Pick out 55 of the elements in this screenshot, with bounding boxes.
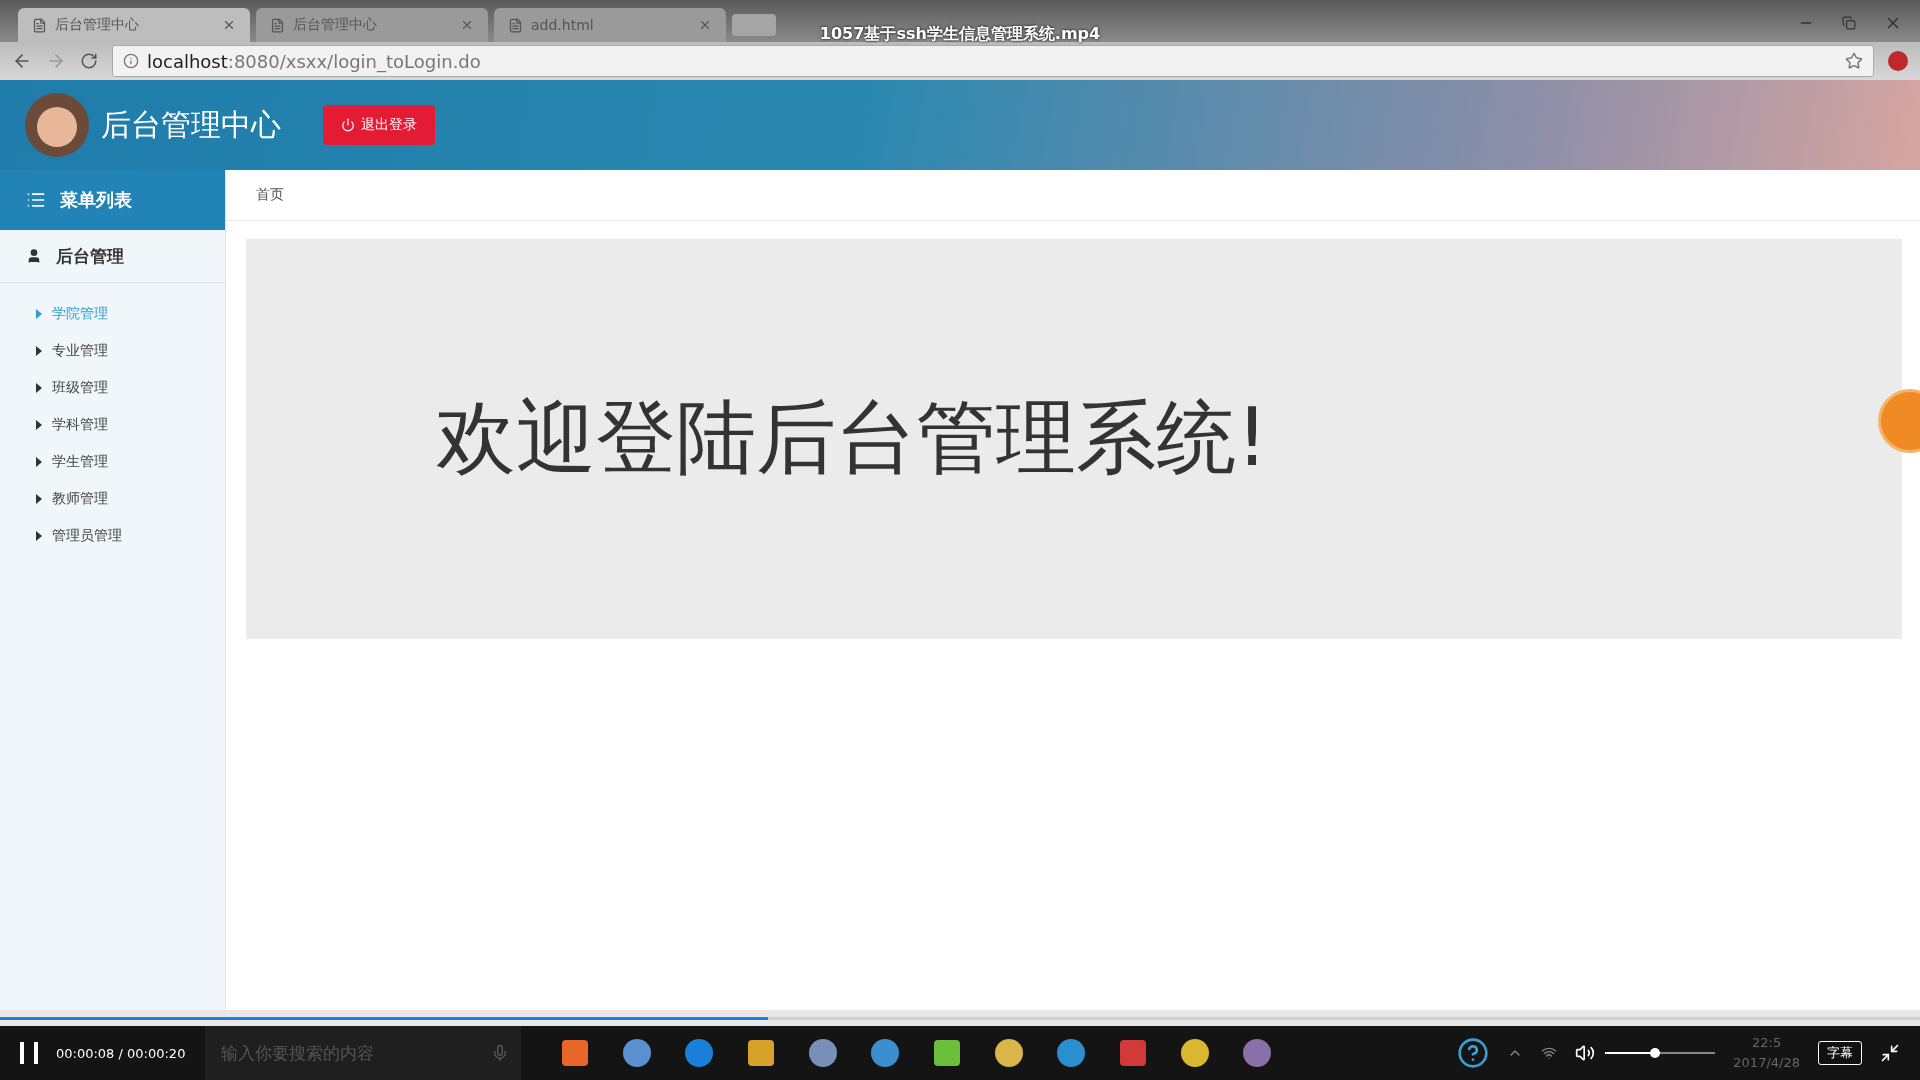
video-time: 00:00:08 / 00:00:20 <box>56 1045 186 1061</box>
network-icon[interactable] <box>1541 1045 1558 1061</box>
menu-group[interactable]: 后台管理 <box>0 230 225 283</box>
taskbar-app-icon[interactable] <box>621 1037 654 1069</box>
caret-icon <box>36 419 42 430</box>
volume-icon[interactable] <box>1575 1043 1596 1063</box>
reload-icon[interactable] <box>80 52 98 70</box>
video-progress-bar[interactable] <box>0 1016 1920 1020</box>
caret-icon <box>36 530 42 541</box>
user-icon <box>26 248 42 264</box>
taskbar-app-icon[interactable] <box>683 1037 716 1069</box>
document-icon <box>270 17 285 33</box>
menu-group-label: 后台管理 <box>56 244 124 268</box>
caret-icon <box>36 308 42 319</box>
address-bar[interactable]: localhost:8080/xsxx/login_toLogin.do <box>112 45 1874 77</box>
caret-icon <box>36 382 42 393</box>
taskbar-app-icon[interactable] <box>807 1037 840 1069</box>
welcome-text: 欢迎登陆后台管理系统! <box>436 390 1269 486</box>
video-title: 1057基于ssh学生信息管理系统.mp4 <box>819 24 1101 43</box>
star-icon[interactable] <box>1845 52 1863 70</box>
document-icon <box>32 17 47 33</box>
breadcrumb[interactable]: 首页 <box>256 186 284 204</box>
sidebar-item[interactable]: 教师管理 <box>0 480 225 517</box>
sidebar-item[interactable]: 班级管理 <box>0 369 225 406</box>
power-icon <box>341 118 355 132</box>
taskbar-app-icon[interactable] <box>1179 1037 1212 1069</box>
sidebar-item[interactable]: 专业管理 <box>0 332 225 369</box>
close-icon[interactable] <box>222 18 236 32</box>
volume-thumb[interactable] <box>1649 1048 1660 1058</box>
taskbar-app-icon[interactable] <box>993 1037 1026 1069</box>
logout-button[interactable]: 退出登录 <box>323 105 435 145</box>
avatar <box>25 93 89 157</box>
help-icon[interactable] <box>1457 1037 1490 1069</box>
sidebar-item[interactable]: 学生管理 <box>0 443 225 480</box>
info-icon <box>123 53 139 69</box>
sidebar-item[interactable]: 管理员管理 <box>0 517 225 554</box>
list-icon <box>26 190 46 210</box>
taskbar-app-icon[interactable] <box>1055 1037 1088 1069</box>
caret-icon <box>36 493 42 504</box>
browser-tab[interactable]: 后台管理中心 <box>18 8 250 42</box>
caret-icon <box>36 345 42 356</box>
subtitle-button[interactable]: 字幕 <box>1818 1041 1862 1065</box>
close-icon[interactable] <box>698 18 712 32</box>
taskbar-app-icon[interactable] <box>1241 1037 1274 1069</box>
document-icon <box>508 17 523 33</box>
pause-icon[interactable] <box>18 1040 40 1066</box>
taskbar-app-icon[interactable] <box>869 1037 902 1069</box>
sidebar-heading-text: 菜单列表 <box>60 188 132 212</box>
close-icon[interactable] <box>460 18 474 32</box>
exit-fullscreen-icon[interactable] <box>1880 1043 1900 1063</box>
sidebar-item[interactable]: 学科管理 <box>0 406 225 443</box>
restore-icon[interactable] <box>1842 16 1856 30</box>
site-title: 后台管理中心 <box>101 105 281 144</box>
extension-icon[interactable] <box>1888 51 1908 71</box>
caret-icon <box>36 456 42 467</box>
